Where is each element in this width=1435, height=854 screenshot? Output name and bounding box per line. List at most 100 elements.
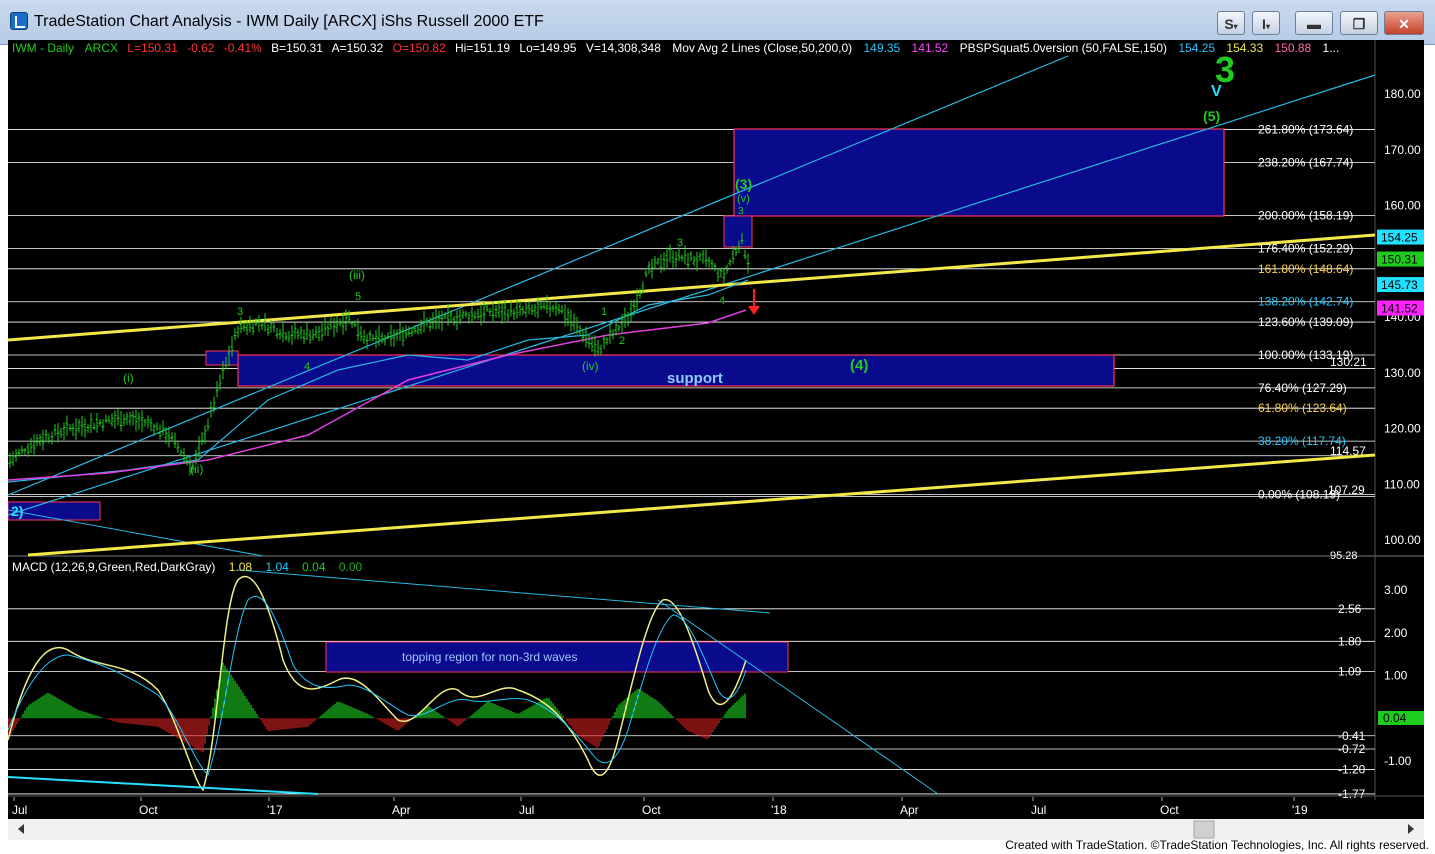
date-axis-label: Apr [900,803,919,817]
info-exchange: ARCX [85,41,118,55]
indicator-i-button[interactable]: I▾ [1252,11,1280,35]
scrollbar-thumb[interactable] [1193,820,1215,839]
info-pv4: 1... [1323,41,1340,55]
macd-v1: 1.08 [229,560,253,574]
date-axis-label: Oct [139,803,158,817]
date-axis-label: Apr [392,803,411,817]
s-button-label: S [1224,16,1234,32]
support-small-box [205,350,239,366]
close-button[interactable]: ✕ [1384,11,1424,35]
macd-level-label: 1.09 [1338,665,1362,679]
wave-4-early-label: 4 [304,361,310,373]
macd-level-label: 1.80 [1338,634,1362,648]
fib-level-label: 61.80% (123.64) [1258,401,1347,415]
date-axis-label: Oct [642,803,661,817]
date-axis[interactable]: Jul Oct '17 Apr Jul Oct '18 Apr Jul Oct '19 [12,797,1308,817]
price-label-130: 130.21 [1330,355,1367,369]
info-volume: V=14,308,348 [586,41,661,55]
date-axis-label: '17 [267,803,283,817]
close-icon: ✕ [1398,16,1410,32]
info-pv2: 154.33 [1226,41,1263,55]
info-symbol: IWM - Daily [12,41,74,55]
price-tag-text: 141.52 [1381,302,1418,316]
info-bar: IWM - Daily ARCX L=150.31 -0.62 -0.41% B… [12,41,1339,55]
date-axis-label: Jul [12,803,27,817]
info-open: O=150.82 [393,41,446,55]
tradestation-app-icon [10,12,28,30]
macd-v2: 1.04 [265,560,289,574]
fib-level-label: 176.40% (152.29) [1258,241,1353,255]
wave-5-small-label: 5 [355,291,361,303]
macd-level-label: 2.56 [1338,602,1362,616]
macd-axis-label: -1.00 [1384,754,1412,768]
macd-value-tag-text: 0.04 [1383,711,1407,725]
price-axis-label: 120.00 [1384,422,1421,436]
info-pv1: 154.25 [1178,41,1215,55]
macd-v3: 0.04 [302,560,326,574]
restore-icon: ❐ [1352,16,1366,32]
footer-copyright: Created with TradeStation. ©TradeStation… [1005,838,1429,852]
restore-button[interactable]: ❐ [1340,11,1378,35]
macd-axis-label: 1.00 [1384,669,1408,683]
info-change: -0.62 [187,41,215,55]
fib-level-label: 138.20% (142.74) [1258,295,1353,309]
price-axis-label: 130.00 [1384,366,1421,380]
date-axis-label: Oct [1160,803,1179,817]
wave-2-label-big: 2) [11,503,23,519]
chevron-down-icon: ▾ [1233,22,1238,31]
price-axis-label: 100.00 [1384,533,1421,547]
strategy-s-button[interactable]: S▾ [1217,11,1245,35]
target-small-box [723,215,753,248]
macd-title-bar: MACD (12,26,9,Green,Red,DarkGray) 1.08 1… [12,560,363,574]
wave-iv-label: (iv) [582,359,599,373]
fib-level-label: 161.80% (148.64) [1258,262,1353,276]
wave-v-small-label: (v) [737,193,750,205]
wave-i-label: (i) [123,371,134,385]
macd-level-label: -1.77 [1338,787,1366,801]
window-title: TradeStation Chart Analysis - IWM Daily … [34,13,544,30]
wave-5-label: (5) [1203,108,1220,124]
date-axis-label: Jul [1031,803,1046,817]
macd-level-label: -1.20 [1338,763,1366,777]
chevron-down-icon: ▾ [1265,22,1270,31]
chart-area[interactable]: 3 V (5) (3) (v) 3 3 1 2 4 (iii) 5 3 4 (i… [7,40,1424,840]
price-label-107: 107.29 [1328,483,1365,497]
wave-v-label: V [1211,83,1222,100]
info-pbs-indicator: PBSPSquat5.0version (50,FALSE,150) [960,41,1167,55]
price-axis-label: 170.00 [1384,143,1421,157]
price-axis-label: 110.00 [1384,477,1420,491]
price-axis[interactable]: 180.00170.00160.00150.00140.00130.00120.… [1384,87,1421,547]
price-axis-label: 180.00 [1384,87,1421,101]
info-high: Hi=151.19 [455,41,510,55]
minimize-icon: ▬ [1307,16,1321,32]
price-label-114: 114.57 [1330,444,1366,458]
fib-level-label: 261.80% (173.64) [1258,122,1353,136]
wave-3-oct-label: 3 [677,237,683,249]
price-tag-text: 154.25 [1381,231,1418,245]
macd-level-label: -0.41 [1338,729,1366,743]
macd-level-label: -0.72 [1338,742,1366,756]
info-ma2: 141.52 [912,41,949,55]
info-last: L=150.31 [127,41,178,55]
wave-3-early-label: 3 [237,306,243,318]
wave-2-label: 2 [619,335,625,347]
fib-level-label: 76.40% (127.29) [1258,381,1347,395]
price-axis-label: 160.00 [1384,199,1421,213]
macd-title: MACD (12,26,9,Green,Red,DarkGray) [12,560,215,574]
wave-1-label: 1 [601,306,607,318]
support-label: support [667,370,723,387]
date-axis-label: Jul [519,803,534,817]
wave-ii-label: (ii) [190,462,203,476]
info-ma-indicator: Mov Avg 2 Lines (Close,50,200,0) [672,41,852,55]
price-tag-text: 150.31 [1381,253,1418,267]
topping-region-label: topping region for non-3rd waves [402,650,577,664]
wave-4-label: 4 [719,295,725,307]
wave-3-tiny-label: 3 [738,206,744,217]
minimize-button[interactable]: ▬ [1295,11,1333,35]
info-bid: B=150.31 [271,41,323,55]
fib-level-label: 123.60% (139.09) [1258,315,1353,329]
wave-4-paren-label: (4) [850,357,868,374]
price-tag-text: 145.73 [1381,278,1418,292]
chart-canvas[interactable]: 3 V (5) (3) (v) 3 3 1 2 4 (iii) 5 3 4 (i… [7,40,1424,840]
info-change-pct: -0.41% [224,41,262,55]
